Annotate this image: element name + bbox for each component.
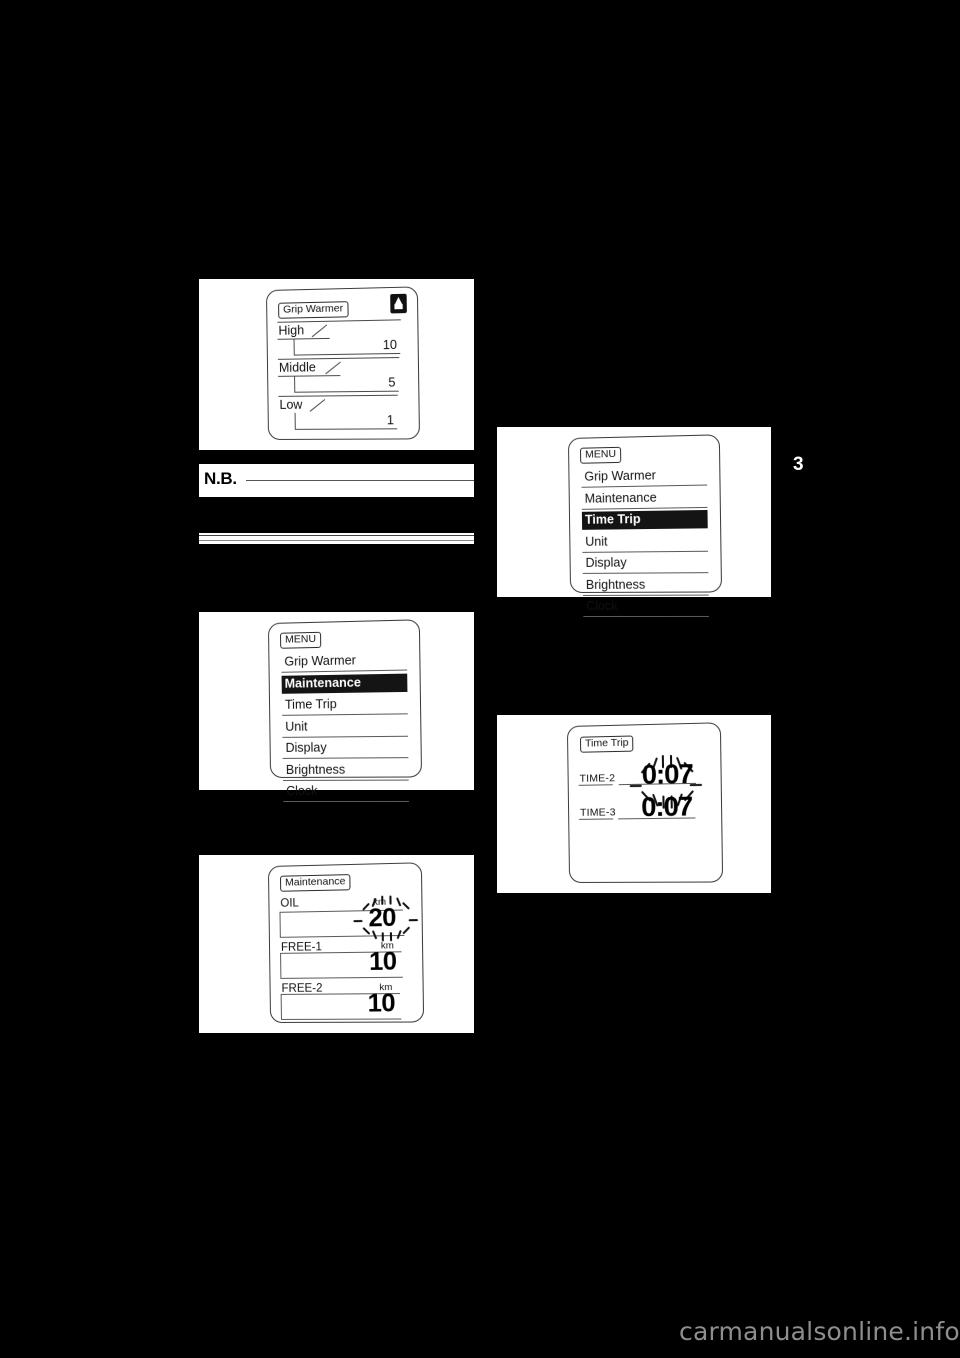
figure-menu-maintenance: MENU Grip Warmer Maintenance Time Trip U… [199, 612, 474, 803]
menu-item-grip-warmer[interactable]: Grip Warmer [281, 651, 408, 673]
menu-title-tag: MENU [579, 446, 622, 464]
grip-level-value-middle: 5 [388, 375, 396, 390]
menu-item-grip-warmer[interactable]: Grip Warmer [581, 466, 708, 488]
menu-item-brightness[interactable]: Brightness [282, 761, 409, 781]
menu-item-clock[interactable]: Clock [283, 783, 410, 803]
grip-level-label-middle: Middle [278, 360, 316, 375]
menu-lcd-panel: MENU Grip Warmer Maintenance Time Trip U… [567, 434, 723, 618]
grip-warmer-lcd-panel: Grip Warmer High 10 Middle 5 Low 1 [265, 286, 421, 441]
manual-page: Grip Warmer High 10 Middle 5 Low 1 N.B. … [0, 0, 960, 1358]
grip-level-value-low: 1 [386, 413, 395, 428]
menu-item-unit[interactable]: Unit [582, 532, 709, 553]
menu-item-display[interactable]: Display [282, 739, 409, 760]
note-rule [246, 480, 474, 481]
divider [277, 357, 400, 360]
note-occlusion-band [199, 497, 474, 533]
menu-item-display[interactable]: Display [582, 554, 709, 575]
time-trip-value-time3: 0:07 [640, 791, 693, 823]
grip-warmer-header: Grip Warmer [278, 297, 407, 319]
figure-menu-time-trip: MENU Grip Warmer Maintenance Time Trip U… [497, 427, 771, 618]
menu-title-tag: MENU [279, 631, 322, 649]
menu-item-clock[interactable]: Clock [583, 598, 710, 618]
grip-warmer-title-tag: Grip Warmer [278, 301, 349, 319]
chapter-number-tab: 3 [793, 454, 804, 475]
site-watermark: carmanualsonline.info [679, 1317, 960, 1346]
time-trip-title-tag: Time Trip [579, 735, 634, 753]
time-trip-label-time3: TIME-3 [579, 806, 616, 819]
note-heading: N.B. [204, 469, 237, 488]
time-trip-label-time2: TIME-2 [579, 772, 616, 785]
grip-warmer-heat-icon [390, 293, 407, 314]
menu-list: Grip Warmer Maintenance Time Trip Unit D… [281, 651, 410, 805]
maintenance-value-free1: 10 [368, 947, 397, 977]
menu-item-maintenance[interactable]: Maintenance [281, 673, 408, 694]
divider [278, 394, 398, 397]
maintenance-value-free2: 10 [367, 989, 396, 1018]
maintenance-lcd-panel: Maintenance OIL km 20 FREE-1 km 10 FREE-… [267, 862, 425, 1024]
maintenance-title-tag: Maintenance [279, 874, 351, 892]
time-trip-value-time2: 0:07 [641, 758, 693, 790]
menu-item-time-trip[interactable]: Time Trip [281, 695, 408, 717]
figure-time-trip-screen: Time Trip TIME-2 0:07 TIME-3 0:07 [497, 715, 771, 893]
grip-level-label-low: Low [279, 397, 303, 412]
figure-maintenance-screen: Maintenance OIL km 20 FREE-1 km 10 FREE-… [199, 855, 474, 1033]
figure-grip-warmer: Grip Warmer High 10 Middle 5 Low 1 [199, 279, 474, 450]
divider [277, 319, 401, 323]
grip-level-label-high: High [278, 323, 305, 338]
maintenance-value-oil: 20 [368, 903, 397, 933]
maintenance-label-oil: OIL [280, 897, 299, 910]
menu-item-maintenance[interactable]: Maintenance [581, 488, 708, 510]
menu-item-brightness[interactable]: Brightness [582, 576, 709, 596]
menu-list: Grip Warmer Maintenance Time Trip Unit D… [581, 466, 710, 620]
time-trip-lcd-panel: Time Trip TIME-2 0:07 TIME-3 0:07 [566, 722, 724, 884]
menu-item-unit[interactable]: Unit [282, 717, 409, 738]
menu-lcd-panel: MENU Grip Warmer Maintenance Time Trip U… [267, 619, 423, 803]
note-closing-rule [199, 533, 474, 544]
grip-level-value-high: 10 [382, 337, 398, 353]
menu-item-time-trip[interactable]: Time Trip [581, 509, 708, 530]
